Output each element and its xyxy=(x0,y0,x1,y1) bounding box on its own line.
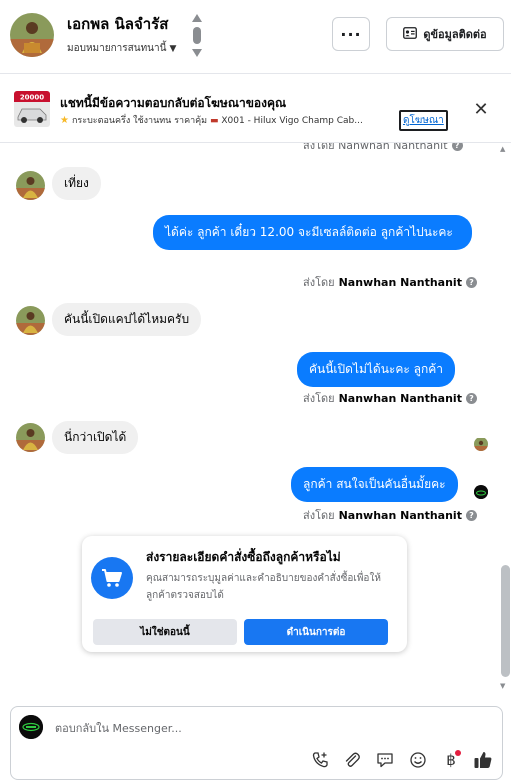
page-delivered-avatar xyxy=(474,485,488,499)
info-icon[interactable]: ? xyxy=(465,276,477,288)
sender-name: Nanwhan Nanthanit xyxy=(338,508,462,522)
sent-by-label: ส่งโดย Nanwhan Nanthanit ? xyxy=(303,273,477,291)
ad-thumbnail: 20000 xyxy=(14,91,50,127)
sender-name: Nanwhan Nanthanit xyxy=(338,391,462,405)
scroll-down-arrow[interactable]: ▼ xyxy=(500,682,505,690)
star-icon: ★ xyxy=(60,114,69,126)
like-icon[interactable] xyxy=(472,749,494,771)
info-icon[interactable]: ? xyxy=(451,143,463,151)
contact-card-icon xyxy=(403,26,418,42)
outgoing-message[interactable]: ได้ค่ะ ลูกค้า เดี๋ยว 12.00 จะมีเซลล์ติดต… xyxy=(153,215,472,250)
view-ad-link[interactable]: ดูโฆษณา xyxy=(399,110,448,131)
ad-code: X001 - Hilux Vigo Champ Cab... xyxy=(221,116,363,126)
conversation-header: เอกพล นิลจำรัส มอบหมายการสนทนานี้ ▼ ··· … xyxy=(0,0,511,74)
sent-by-label: ส่งโดย Nanwhan Nanthanit ? xyxy=(303,389,477,407)
sent-by-label: ส่งโดย Nanwhan Nanthanit ? xyxy=(303,506,477,524)
ad-banner-title: แชทนี้มีข้อความตอบกลับต่อโฆษณาของคุณ xyxy=(60,96,287,110)
sent-by-label: ส่งโดย Nanwhan Nanthanit ? xyxy=(303,143,463,154)
scrollbar-thumb[interactable] xyxy=(501,565,510,677)
order-prompt-description: คุณสามารถระบุมูลค่าและคำอธิบายของคำสั่งซ… xyxy=(146,573,381,601)
assign-conversation-dropdown[interactable]: มอบหมายการสนทนานี้ ▼ xyxy=(67,41,176,56)
view-contact-info-label: ดูข้อมูลติดต่อ xyxy=(423,28,487,41)
incoming-message[interactable]: นี่กว่าเปิดได้ xyxy=(52,421,139,454)
ad-reply-banner: 20000 แชทนี้มีข้อความตอบกลับต่อโฆษณาของค… xyxy=(0,75,511,143)
ad-thumb-price: 20000 xyxy=(20,94,44,102)
emoji-icon[interactable] xyxy=(407,749,429,771)
outgoing-message[interactable]: คันนี้เปิดไม่ได้นะคะ ลูกค้า xyxy=(297,352,456,387)
seen-receipt-avatar xyxy=(474,437,488,451)
contact-name[interactable]: เอกพล นิลจำรัส xyxy=(67,12,168,36)
page-avatar xyxy=(19,715,43,739)
cart-icon xyxy=(91,557,133,599)
order-details-prompt: ส่งรายละเอียดคำสั่งซื้อถึงลูกค้าหรือไม่ … xyxy=(82,536,407,652)
chevron-up-down-icon[interactable] xyxy=(190,13,204,58)
not-now-button[interactable]: ไม่ใช่ตอนนี้ xyxy=(93,619,237,645)
contact-avatar[interactable] xyxy=(10,13,54,57)
outgoing-message[interactable]: ลูกค้า สนใจเป็นคันอื่นมั้ยคะ xyxy=(291,467,458,502)
contact-avatar-small xyxy=(16,171,45,200)
info-icon[interactable]: ? xyxy=(465,392,477,404)
continue-button[interactable]: ดำเนินการต่อ xyxy=(244,619,388,645)
attachment-icon[interactable] xyxy=(341,749,363,771)
view-contact-info-button[interactable]: ดูข้อมูลติดต่อ xyxy=(386,17,504,51)
contact-avatar-small xyxy=(16,423,45,452)
contact-avatar-small xyxy=(16,306,45,335)
info-icon[interactable]: ? xyxy=(465,509,477,521)
sender-name: Nanwhan Nanthanit xyxy=(338,275,462,289)
caret-down-icon: ▼ xyxy=(169,43,177,54)
incoming-message[interactable]: เที่ยง xyxy=(52,167,101,200)
car-icon: ▬ xyxy=(209,116,222,126)
order-prompt-title: ส่งรายละเอียดคำสั่งซื้อถึงลูกค้าหรือไม่ xyxy=(146,550,341,564)
assignee-label: มอบหมายการสนทนานี้ xyxy=(67,43,167,54)
reply-input[interactable] xyxy=(55,718,485,738)
ad-details: ★ กระบะตอนครึ่ง ใช้งานทน ราคาคุ้ม ▬ X001… xyxy=(60,113,452,127)
reply-composer: ฿ xyxy=(10,706,503,780)
notification-dot xyxy=(455,750,461,756)
close-icon[interactable]: ✕ xyxy=(471,99,491,120)
add-call-icon[interactable] xyxy=(309,749,331,771)
more-button[interactable]: ··· xyxy=(332,17,370,51)
ad-text: กระบะตอนครึ่ง ใช้งานทน ราคาคุ้ม xyxy=(71,116,208,126)
payment-icon[interactable]: ฿ xyxy=(440,749,462,771)
saved-reply-icon[interactable] xyxy=(374,749,396,771)
incoming-message[interactable]: คันนี้เปิดแคปได้ไหมครับ xyxy=(52,303,202,336)
more-icon: ··· xyxy=(340,24,362,44)
